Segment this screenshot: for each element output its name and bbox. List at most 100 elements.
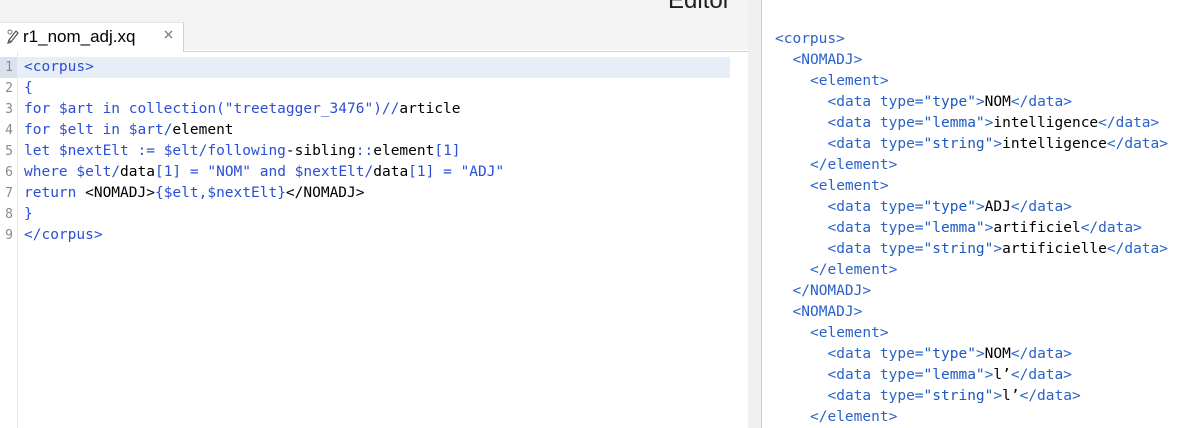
result-line: </element>: [810, 155, 897, 176]
result-token: </data>: [1010, 199, 1072, 215]
code-token: article: [399, 101, 461, 117]
code-text: <corpus>: [24, 57, 94, 78]
code-token: data: [373, 164, 409, 180]
result-token: "string": [923, 136, 994, 152]
code-token: for: [24, 122, 59, 138]
code-line[interactable]: 4 for $elt in $art/element: [0, 120, 748, 141]
result-token: intelligence: [993, 115, 1099, 131]
line-number: 2: [5, 81, 13, 96]
code-text: return <NOMADJ>{$elt,$nextElt}</NOMADJ>: [24, 183, 365, 204]
result-token: >: [993, 136, 1003, 152]
result-token: <NOMADJ>: [792, 52, 863, 68]
result-line: <data type="lemma">intelligence</data>: [828, 113, 1160, 134]
result-token: type=: [879, 388, 924, 404]
code-token: }: [24, 206, 33, 222]
result-token: <data: [827, 367, 880, 383]
code-token: in: [93, 101, 129, 117]
result-token: "lemma": [923, 220, 985, 236]
result-token: type=: [879, 220, 924, 236]
code-editor[interactable]: 1 <corpus> 2{3 for $art in collection("tree…: [0, 52, 748, 428]
result-token: <data: [827, 346, 880, 362]
result-token: <NOMADJ>: [792, 304, 863, 320]
result-token: </data>: [1010, 346, 1072, 362]
code-token: let: [24, 143, 59, 159]
result-token: l’: [993, 367, 1011, 383]
result-token: </data>: [1080, 220, 1142, 236]
panel-title-clip: Editor: [640, 0, 748, 11]
result-token: </data>: [1010, 94, 1072, 110]
result-token: l’: [1002, 388, 1020, 404]
result-token: <data: [827, 136, 880, 152]
result-token: <data: [827, 115, 880, 131]
result-line: <data type="type">ADJ</data>: [828, 197, 1072, 218]
code-token: :=: [128, 143, 164, 159]
result-token: <element>: [810, 178, 889, 194]
result-token: >: [993, 388, 1003, 404]
close-icon[interactable]: [163, 29, 174, 40]
result-line: <data type="type">NOM</data>: [828, 92, 1072, 113]
result-token: "type": [923, 346, 976, 362]
code-token: $elt: [76, 164, 112, 180]
code-token: /: [111, 164, 121, 180]
code-line[interactable]: 1 <corpus>: [0, 57, 730, 78]
result-token: >: [993, 241, 1003, 257]
code-token: </corpus>: [24, 227, 103, 243]
result-token: type=: [879, 199, 924, 215]
result-line: <data type="string">artificielle</data>: [828, 239, 1169, 260]
result-token: "lemma": [923, 115, 985, 131]
line-number: 4: [5, 123, 13, 138]
result-token: "type": [923, 94, 976, 110]
tab-r1-nom-adj[interactable]: r1_nom_adj.xq: [0, 22, 184, 52]
code-token: ::: [355, 143, 374, 159]
code-line[interactable]: 9 </corpus>: [0, 225, 748, 246]
result-token: type=: [879, 94, 924, 110]
code-token: "NOM": [207, 164, 252, 180]
result-token: </element>: [810, 262, 898, 278]
code-text: </corpus>: [24, 225, 103, 246]
result-token: intelligence: [1002, 136, 1107, 152]
code-token: and: [251, 164, 295, 180]
code-token: [1] =: [154, 164, 208, 180]
pane-splitter[interactable]: [748, 0, 762, 428]
code-token: for: [24, 101, 59, 117]
result-line: <element>: [810, 176, 889, 197]
code-token: {: [154, 185, 164, 201]
result-token: type=: [879, 136, 924, 152]
code-text: {: [24, 78, 33, 99]
result-token: <data: [827, 241, 880, 257]
code-line[interactable]: 2{: [0, 78, 748, 99]
result-line: <corpus>: [775, 29, 845, 50]
code-text: let $nextElt := $elt/following-sibling::…: [24, 141, 461, 162]
code-line[interactable]: 3 for $art in collection("treetagger_3476…: [0, 99, 748, 120]
code-token: element: [172, 122, 234, 138]
code-token: $art: [58, 101, 94, 117]
code-token: /: [364, 164, 374, 180]
result-token: <data: [827, 220, 880, 236]
code-token: $nextElt: [58, 143, 129, 159]
line-number: 8: [5, 207, 13, 222]
result-token: ADJ: [984, 199, 1011, 215]
code-text: for $elt in $art/element: [24, 120, 234, 141]
tab-label: r1_nom_adj.xq: [23, 27, 136, 46]
result-token: >: [975, 94, 985, 110]
result-token: "lemma": [923, 367, 985, 383]
code-token: data: [120, 164, 155, 180]
line-number: 7: [5, 186, 13, 201]
result-token: <element>: [810, 325, 889, 341]
result-token: </data>: [1106, 136, 1168, 152]
result-token: type=: [879, 115, 924, 131]
code-token: <NOMADJ>: [85, 185, 155, 201]
code-line[interactable]: 8}: [0, 204, 748, 225]
code-token: in: [93, 122, 129, 138]
code-token: collection(: [128, 101, 225, 117]
code-line[interactable]: 6 where $elt/data[1] = "NOM" and $nextElt…: [0, 162, 748, 183]
panel-title: Editor: [668, 0, 731, 11]
code-token: $elt: [58, 122, 94, 138]
result-token: NOM: [984, 94, 1011, 110]
result-token: <corpus>: [775, 31, 845, 47]
result-token: type=: [879, 346, 924, 362]
result-token: artificiel: [993, 220, 1081, 236]
code-line[interactable]: 5 let $nextElt := $elt/following-sibling:…: [0, 141, 748, 162]
code-line[interactable]: 7 return <NOMADJ>{$elt,$nextElt}</NOMADJ>: [0, 183, 748, 204]
pencil-icon: [7, 29, 19, 44]
